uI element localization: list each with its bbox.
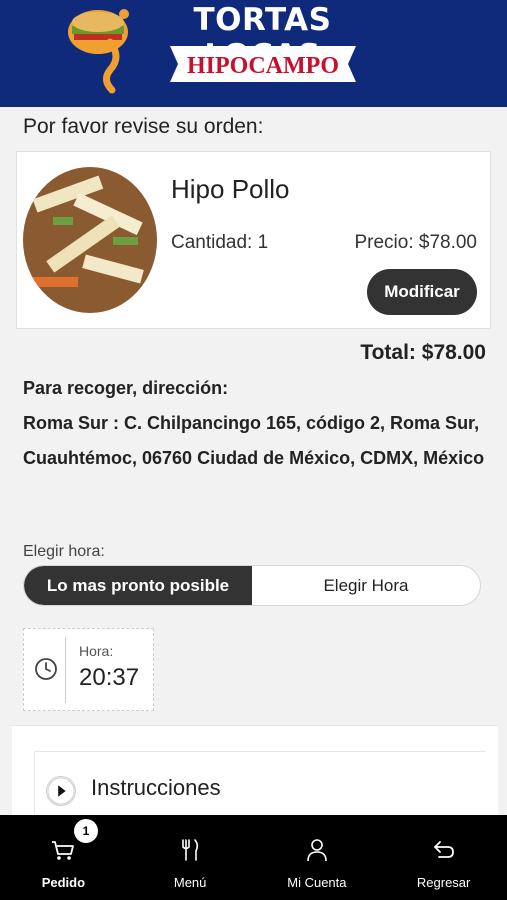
brand-banner: HIPOCAMPO [170, 46, 356, 82]
order-total: Total: $78.00 [360, 341, 486, 364]
modify-button[interactable]: Modificar [367, 269, 477, 315]
hour-label: Hora: [79, 643, 114, 659]
back-arrow-icon [433, 841, 454, 858]
choose-time-option[interactable]: Elegir Hora [252, 566, 480, 605]
nav-regresar[interactable]: Regresar [380, 815, 507, 900]
hour-divider [65, 637, 66, 703]
instructions-toggle[interactable]: Instrucciones [34, 751, 486, 821]
nav-label: Menú [173, 875, 207, 890]
hour-value: 20:37 [79, 664, 140, 691]
cart-badge: 1 [74, 819, 98, 843]
app-header: TORTAS LOCAS HIPOCAMPO [0, 0, 507, 107]
review-title: Por favor revise su orden: [23, 115, 264, 138]
item-quantity: Cantidad: 1 [171, 232, 269, 253]
order-item-card: Hipo Pollo Cantidad: 1 Precio: $78.00 Mo… [16, 151, 491, 329]
cart-icon [52, 841, 75, 860]
bottom-navigation: 1 Pedido Menú Mi Cuenta Regresar [0, 815, 507, 900]
item-name: Hipo Pollo [171, 174, 290, 204]
pickup-label: Para recoger, dirección: [23, 378, 229, 398]
brand-banner-text: HIPOCAMPO [187, 53, 339, 79]
nav-pedido[interactable]: 1 Pedido [0, 815, 127, 900]
food-image [23, 167, 157, 313]
nav-label: Mi Cuenta [287, 875, 347, 890]
pickup-address: Roma Sur : C. Chilpancingo 165, código 2… [23, 413, 485, 468]
seahorse-logo [68, 9, 129, 94]
nav-menu[interactable]: Menú [127, 815, 254, 900]
instructions-panel: Instrucciones [12, 725, 498, 821]
item-price: Precio: $78.00 [354, 232, 477, 253]
time-choice-label: Elegir hora: [23, 543, 105, 560]
asap-option[interactable]: Lo mas pronto posible [24, 566, 252, 605]
pickup-time-box: Hora: 20:37 [23, 628, 154, 711]
nav-mi-cuenta[interactable]: Mi Cuenta [254, 815, 381, 900]
fork-knife-icon [182, 839, 199, 861]
user-icon [307, 839, 327, 862]
play-icon[interactable] [46, 776, 76, 806]
nav-label: Regresar [416, 875, 471, 890]
nav-label: Pedido [41, 875, 86, 890]
time-choice-toggle: Lo mas pronto posible Elegir Hora [23, 565, 481, 606]
clock-icon [35, 658, 57, 680]
instructions-label: Instrucciones [91, 775, 221, 800]
